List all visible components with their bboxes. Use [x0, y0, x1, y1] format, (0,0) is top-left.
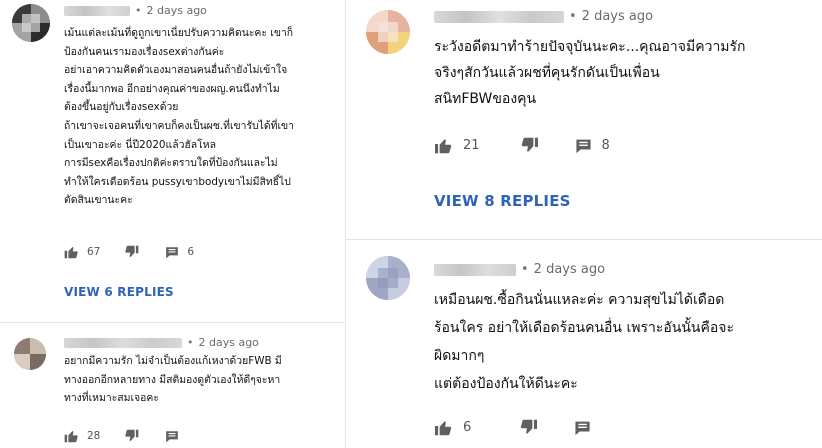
like-count: 6 — [463, 420, 472, 435]
dislike-button[interactable] — [520, 137, 539, 154]
avatar[interactable] — [366, 256, 410, 300]
comment-item: • 2 days ago อยากมีความรัก ไม่จำเป็นต้อง… — [0, 328, 346, 448]
avatar[interactable] — [366, 10, 410, 54]
comment-timestamp: 2 days ago — [198, 336, 259, 349]
reply-count: 6 — [187, 246, 195, 258]
comment-item: • 2 days ago ระวังอดีตมาทำร้ายปัจจุบันนะ… — [346, 0, 822, 236]
comment-icon — [165, 246, 179, 259]
thumbs-down-icon — [124, 245, 139, 259]
comment-timestamp: 2 days ago — [533, 262, 606, 277]
author-name-blurred[interactable] — [64, 5, 130, 16]
comment-header: • 2 days ago — [434, 9, 653, 24]
comment-item: • 2 days ago เหมือนผช.ซื้อกินนั่นแหละค่ะ… — [346, 246, 822, 448]
like-count: 28 — [87, 430, 101, 442]
comment-actions: 67 6 — [64, 245, 194, 259]
author-name-blurred[interactable] — [434, 10, 564, 23]
comment-text: ระวังอดีตมาทำร้ายปัจจุบันนะคะ...คุณอาจมี… — [434, 39, 746, 107]
reply-button[interactable]: 6 — [165, 246, 194, 259]
thumbs-up-icon — [64, 429, 79, 443]
like-button[interactable]: 21 — [434, 137, 480, 154]
comment-timestamp: 2 days ago — [146, 4, 207, 17]
comment-timestamp: 2 days ago — [581, 9, 654, 24]
comment-text: เม้นแต่ละเม้นที่ดูถูกเขาเนี่ยปรับความคิด… — [64, 27, 294, 207]
thumbs-down-icon — [520, 137, 539, 154]
separator-dot: • — [135, 4, 142, 17]
comment-icon — [575, 138, 592, 154]
view-replies-link[interactable]: VIEW 8 REPLIES — [434, 192, 571, 210]
comment-icon — [165, 430, 179, 443]
reply-button[interactable] — [574, 420, 591, 436]
comment-actions: 28 — [64, 429, 179, 443]
separator-dot: • — [187, 336, 194, 349]
comment-divider — [346, 239, 822, 240]
view-replies-link[interactable]: VIEW 6 REPLIES — [64, 285, 174, 299]
left-comments-panel: • 2 days ago เม้นแต่ละเม้นที่ดูถูกเขาเนี… — [0, 0, 346, 448]
separator-dot: • — [521, 262, 529, 277]
comment-actions: 21 8 — [434, 137, 610, 154]
like-count: 67 — [87, 246, 101, 258]
reply-button[interactable] — [165, 430, 179, 443]
like-button[interactable]: 6 — [434, 419, 471, 436]
comment-icon — [574, 420, 591, 436]
comment-header: • 2 days ago — [434, 262, 605, 277]
thumbs-down-icon — [519, 419, 538, 436]
like-button[interactable]: 28 — [64, 429, 100, 443]
thumbs-up-icon — [434, 419, 453, 436]
like-button[interactable]: 67 — [64, 245, 100, 259]
dislike-button[interactable] — [124, 245, 139, 259]
reply-count: 8 — [601, 138, 610, 153]
avatar[interactable] — [14, 338, 46, 370]
thumbs-up-icon — [64, 245, 79, 259]
comment-header: • 2 days ago — [64, 4, 207, 17]
right-comments-panel: • 2 days ago ระวังอดีตมาทำร้ายปัจจุบันนะ… — [346, 0, 822, 448]
thumbs-up-icon — [434, 137, 453, 154]
reply-button[interactable]: 8 — [575, 138, 610, 154]
dislike-button[interactable] — [124, 429, 139, 443]
comment-actions: 6 — [434, 419, 591, 436]
avatar[interactable] — [12, 4, 50, 42]
separator-dot: • — [569, 9, 577, 24]
thumbs-down-icon — [124, 429, 139, 443]
comment-text: อยากมีความรัก ไม่จำเป็นต้องแก้เหงาด้วยFW… — [64, 355, 282, 405]
dislike-button[interactable] — [519, 419, 538, 436]
comment-header: • 2 days ago — [64, 336, 259, 349]
like-count: 21 — [463, 138, 480, 153]
author-name-blurred[interactable] — [64, 337, 182, 348]
author-name-blurred[interactable] — [434, 263, 516, 276]
comment-item: • 2 days ago เม้นแต่ละเม้นที่ดูถูกเขาเนี… — [0, 0, 346, 320]
comment-text: เหมือนผช.ซื้อกินนั่นแหละค่ะ ความสุขไม่ได… — [434, 292, 734, 392]
comment-divider — [0, 322, 346, 323]
